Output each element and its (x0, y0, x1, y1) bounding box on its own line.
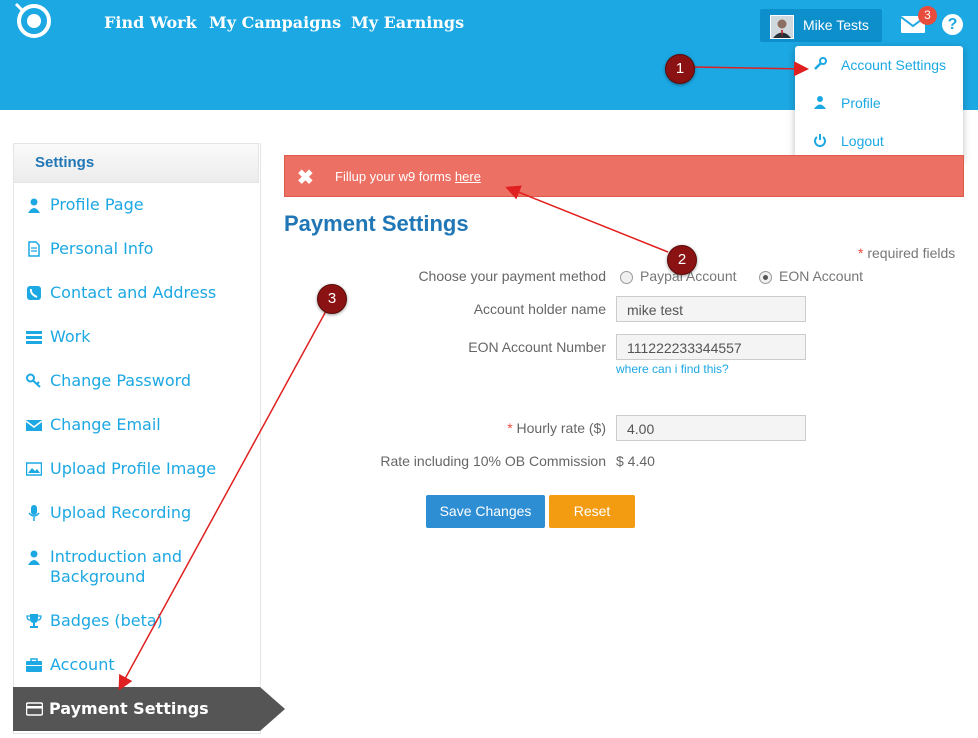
annotation-marker-3: 3 (317, 284, 347, 314)
where-find-link[interactable]: where can i find this? (616, 362, 729, 376)
account-holder-label: Account holder name (473, 301, 606, 317)
user-menu-button[interactable]: Mike Tests (760, 9, 882, 42)
hourly-rate-label: * Hourly rate ($) (306, 420, 606, 436)
dropdown-item-label: Account Settings (841, 57, 947, 73)
commission-label: Rate including 10% OB Commission (380, 453, 606, 469)
alert-here-link[interactable]: here (455, 169, 481, 184)
sidebar-item-label-line2: Background (50, 567, 146, 586)
sidebar-item-label: Personal Info (50, 239, 154, 258)
dropdown-item-profile[interactable]: Profile (795, 84, 963, 122)
eon-number-input[interactable]: 111222233344557 (616, 334, 806, 360)
user-icon (26, 549, 42, 565)
paypal-radio[interactable] (620, 271, 633, 284)
hourly-rate-text: Hourly rate ($) (512, 420, 606, 436)
user-icon (813, 95, 827, 109)
required-fields-note: * required fields (858, 245, 955, 261)
dropdown-item-label: Logout (841, 133, 884, 149)
key-icon (26, 373, 42, 389)
nav-my-campaigns[interactable]: My Campaigns (209, 13, 341, 32)
sidebar-item-account[interactable]: Account (14, 654, 258, 676)
power-icon (813, 133, 827, 147)
nav-my-earnings[interactable]: My Earnings (351, 13, 464, 32)
sidebar-item-label: Upload Profile Image (50, 459, 217, 478)
w9-alert: ✖ Fillup your w9 forms here (284, 155, 964, 197)
sidebar-item-label: Account (50, 655, 115, 674)
sidebar-item-label: Badges (beta) (50, 611, 163, 630)
microphone-icon (26, 505, 42, 521)
credit-card-icon (25, 701, 44, 717)
help-icon[interactable]: ? (942, 14, 963, 35)
list-icon (26, 329, 42, 345)
page-title: Payment Settings (284, 211, 469, 236)
arrow-2 (505, 185, 669, 253)
trophy-icon (26, 613, 42, 629)
eon-number-label: EON Account Number (468, 339, 606, 355)
wrench-icon (813, 57, 827, 71)
commission-value: $ 4.40 (616, 453, 655, 469)
sidebar-item-upload-profile-image[interactable]: Upload Profile Image (14, 458, 258, 480)
image-icon (25, 461, 43, 477)
sidebar-item-label: Profile Page (50, 195, 144, 214)
sidebar-item-change-password[interactable]: Change Password (14, 370, 258, 392)
settings-sidebar (13, 143, 261, 734)
annotation-marker-1: 1 (665, 54, 695, 84)
sidebar-item-payment-settings[interactable]: Payment Settings (13, 687, 260, 731)
sidebar-item-change-email[interactable]: Change Email (14, 414, 258, 436)
briefcase-icon (26, 657, 42, 673)
nav-find-work[interactable]: Find Work (104, 13, 197, 32)
sidebar-item-label: Upload Recording (50, 503, 192, 522)
sidebar-item-label: Payment Settings (49, 699, 209, 718)
avatar (770, 15, 794, 39)
sidebar-item-work[interactable]: Work (14, 326, 258, 348)
sidebar-header: Settings (13, 143, 259, 183)
active-item-arrow (260, 687, 285, 731)
sidebar-item-label: Work (50, 327, 91, 346)
sidebar-item-label: Contact and Address (50, 283, 217, 302)
sidebar-item-introduction-background[interactable]: Introduction and Background (14, 546, 258, 588)
logo-icon[interactable] (12, 2, 56, 40)
radio-selected-dot (763, 275, 768, 280)
sidebar-item-upload-recording[interactable]: Upload Recording (14, 502, 258, 524)
mail-count-badge: 3 (918, 6, 937, 25)
sidebar-item-label: Introduction and (50, 547, 183, 566)
reset-button[interactable]: Reset (549, 495, 635, 528)
annotation-marker-2: 2 (667, 245, 697, 275)
save-changes-button[interactable]: Save Changes (426, 495, 545, 528)
document-icon (26, 241, 42, 257)
eon-radio[interactable] (759, 271, 772, 284)
required-text: required fields (863, 245, 956, 261)
sidebar-item-label: Change Password (50, 371, 192, 390)
sidebar-item-label: Change Email (50, 415, 161, 434)
eon-label[interactable]: EON Account (779, 268, 863, 284)
sidebar-item-badges[interactable]: Badges (beta) (14, 610, 258, 632)
alert-text: Fillup your w9 forms here (335, 169, 481, 184)
sidebar-title: Settings (35, 154, 95, 171)
user-name: Mike Tests (803, 17, 869, 33)
account-holder-input[interactable]: mike test (616, 296, 806, 322)
user-dropdown-menu: Account Settings Profile Logout (795, 46, 963, 160)
close-icon[interactable]: ✖ (297, 165, 314, 190)
hourly-rate-input[interactable]: 4.00 (616, 415, 806, 441)
dropdown-item-account-settings[interactable]: Account Settings (795, 46, 963, 84)
dropdown-item-label: Profile (841, 95, 881, 111)
user-icon (26, 197, 42, 213)
sidebar-item-profile-page[interactable]: Profile Page (14, 194, 258, 216)
phone-icon (26, 285, 42, 301)
sidebar-item-contact-address[interactable]: Contact and Address (14, 282, 258, 304)
alert-message: Fillup your w9 forms (335, 169, 455, 184)
envelope-icon (25, 417, 43, 433)
payment-method-label: Choose your payment method (418, 268, 606, 284)
sidebar-item-personal-info[interactable]: Personal Info (14, 238, 258, 260)
